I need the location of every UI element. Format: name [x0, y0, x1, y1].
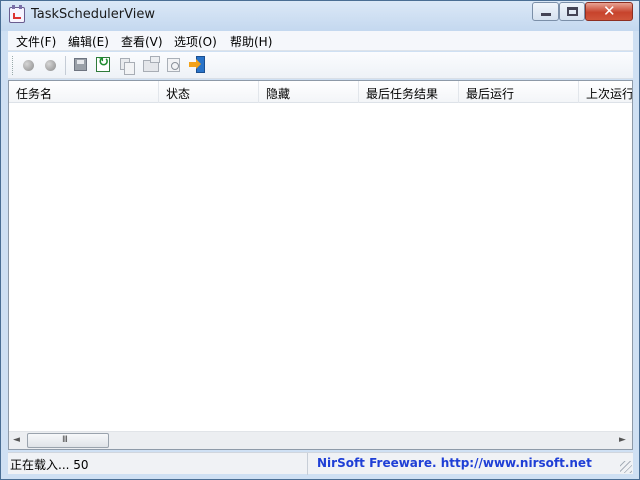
find-icon[interactable]: [167, 58, 180, 72]
exit-arrow: [189, 59, 201, 69]
close-icon: ✕: [603, 2, 616, 20]
title-bar[interactable]: TaskSchedulerView ✕: [1, 1, 639, 31]
scroll-thumb[interactable]: III: [27, 433, 109, 448]
status-text: 正在载入... 50: [8, 453, 308, 475]
scroll-grip: III: [62, 435, 68, 445]
scroll-right-icon[interactable]: ►: [619, 435, 629, 445]
horizontal-scrollbar[interactable]: ◄ III ►: [9, 431, 632, 449]
nirsoft-link[interactable]: NirSoft Freeware. http://www.nirsoft.net: [317, 456, 592, 470]
column-previous-run[interactable]: 上次运行: [579, 81, 632, 103]
scroll-left-icon[interactable]: ◄: [13, 435, 23, 445]
column-last-result[interactable]: 最后任务结果: [359, 81, 459, 103]
menu-help[interactable]: 帮助(H): [230, 33, 272, 50]
status-bar: 正在载入... 50 NirSoft Freeware. http://www.…: [8, 452, 633, 475]
gray-circle-icon[interactable]: [45, 60, 56, 71]
minimize-button[interactable]: [532, 2, 559, 21]
maximize-icon: [567, 7, 578, 16]
task-list[interactable]: 任务名 状态 隐藏 最后任务结果 最后运行 上次运行 ◄ III ►: [8, 80, 633, 450]
list-header: 任务名 状态 隐藏 最后任务结果 最后运行 上次运行: [9, 81, 632, 103]
menu-view[interactable]: 查看(V): [121, 33, 163, 50]
properties-icon[interactable]: [143, 56, 160, 72]
menu-edit[interactable]: 编辑(E): [68, 33, 109, 50]
refresh-icon[interactable]: [96, 55, 110, 72]
column-status[interactable]: 状态: [159, 81, 259, 103]
menu-bar: 文件(F) 编辑(E) 查看(V) 选项(O) 帮助(H): [8, 31, 633, 51]
toolbar: [8, 52, 633, 79]
toolbar-grip[interactable]: [12, 56, 14, 75]
column-task-name[interactable]: 任务名: [9, 81, 159, 103]
copy-icon[interactable]: [120, 58, 135, 75]
maximize-button[interactable]: [559, 2, 585, 21]
menu-options[interactable]: 选项(O): [174, 33, 217, 50]
menu-file[interactable]: 文件(F): [16, 33, 56, 50]
column-hidden[interactable]: 隐藏: [259, 81, 359, 103]
calendar-icon: [9, 5, 25, 23]
window-title: TaskSchedulerView: [31, 7, 155, 22]
close-button[interactable]: ✕: [585, 2, 633, 21]
exit-icon[interactable]: [189, 56, 205, 73]
main-window: TaskSchedulerView ✕ 文件(F) 编辑(E) 查看(V) 选项…: [0, 0, 640, 480]
resize-grip-icon[interactable]: [620, 461, 632, 473]
gray-circle-icon[interactable]: [23, 60, 34, 71]
toolbar-separator: [65, 56, 66, 75]
minimize-icon: [541, 13, 551, 16]
save-icon[interactable]: [74, 58, 87, 71]
column-last-run[interactable]: 最后运行: [459, 81, 579, 103]
